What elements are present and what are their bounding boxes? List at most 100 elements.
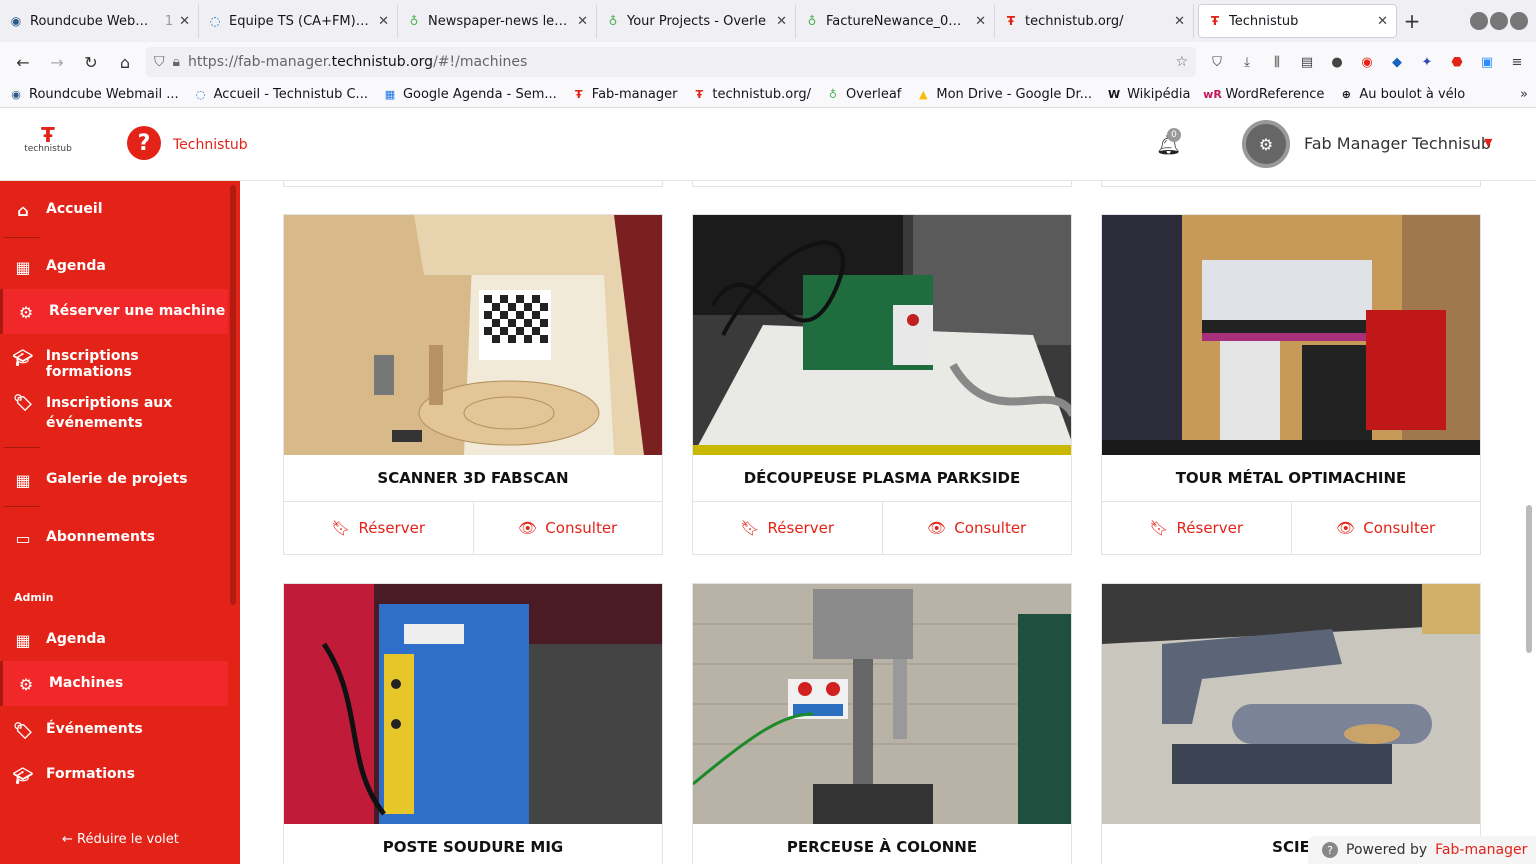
page-scrollbar-thumb[interactable] (1526, 505, 1532, 653)
url-text[interactable]: https://fab-manager.technistub.org/#!/ma… (188, 54, 527, 70)
bookmark[interactable]: ▲ Mon Drive - Google Dr... (915, 87, 1092, 103)
sidebar-item-inscriptions-evenements[interactable]: 🏷︎ Inscriptions aux événements (0, 393, 228, 433)
roundcube-icon: ◉ (11, 88, 21, 101)
close-icon[interactable]: ✕ (1174, 14, 1185, 29)
browser-tab[interactable]: ♁ Newspaper-news lette ✕ (398, 4, 597, 38)
bookmark[interactable]: ◉ Roundcube Webmail ... (8, 87, 178, 103)
bookmark[interactable]: W Wikipédia (1106, 87, 1190, 103)
zoom-icon[interactable]: ▣ (1478, 53, 1496, 71)
bookmark[interactable]: ▦ Google Agenda - Sem... (382, 87, 557, 103)
bookmark[interactable]: ◌ Accueil - Technistub C... (193, 87, 368, 103)
bookmark-label: Mon Drive - Google Dr... (936, 87, 1093, 102)
close-icon[interactable]: ✕ (378, 14, 389, 29)
bookmark[interactable]: ⊕ Au boulot à vélo (1338, 87, 1465, 103)
machine-title[interactable]: TOUR MÉTAL OPTIMACHINE (1102, 455, 1480, 502)
sidebar-item-label: Formations (46, 766, 135, 782)
shield-icon[interactable]: ⛉ (154, 54, 165, 70)
bookmark-label: Overleaf (845, 87, 902, 102)
opera-icon[interactable]: ◉ (1358, 53, 1376, 71)
globe-icon: ⊕ (1341, 88, 1351, 101)
machine-title[interactable]: DÉCOUPEUSE PLASMA PARKSIDE (693, 455, 1071, 502)
wordreference-icon: wR (1203, 88, 1222, 101)
close-icon[interactable]: ✕ (577, 14, 588, 29)
sidebar-item-accueil[interactable]: ⌂ Accueil (0, 201, 228, 220)
reserve-button[interactable]: 🔖︎ Réserver (693, 502, 883, 554)
close-window-button[interactable] (1510, 12, 1528, 30)
machine-photo[interactable] (284, 584, 662, 824)
extension-icon[interactable]: ◆ (1388, 53, 1406, 71)
browser-tab-active[interactable]: Ŧ Technistub ✕ (1198, 4, 1397, 38)
browser-tab-bar: ◉ Roundcube Webmail 1 ✕ ◌ Equipe TS (CA+… (0, 0, 1536, 42)
machine-photo[interactable] (693, 584, 1071, 824)
machine-title[interactable]: SCANNER 3D FABSCAN (284, 455, 662, 502)
close-icon[interactable]: ✕ (1377, 14, 1388, 29)
user-name[interactable]: Fab Manager Technisub (1304, 134, 1491, 153)
chevron-double-right-icon[interactable]: » (1520, 87, 1528, 102)
technistub-logo[interactable]: Ŧ technistub (18, 125, 78, 154)
machine-photo[interactable] (284, 215, 662, 455)
machine-photo[interactable] (1102, 215, 1480, 455)
bookmark[interactable]: Ŧtechnistub.org/ (691, 87, 811, 103)
consult-button[interactable]: 👁︎ Consulter (883, 502, 1072, 554)
bookmark-icon: 🔖︎ (740, 519, 760, 537)
lock-icon[interactable]: 🔒︎ (173, 54, 180, 70)
back-arrow-icon[interactable]: ← (10, 49, 36, 75)
reserve-button[interactable]: 🔖︎ Réserver (1102, 502, 1292, 554)
browser-tab[interactable]: Ŧ technistub.org/ ✕ (995, 4, 1194, 38)
maximize-button[interactable] (1490, 12, 1508, 30)
browser-tab[interactable]: ◉ Roundcube Webmail 1 ✕ (0, 4, 199, 38)
browser-tab[interactable]: ◌ Equipe TS (CA+FM) - Te ✕ (199, 4, 398, 38)
machine-photo[interactable] (693, 215, 1071, 455)
pocket-icon[interactable]: ⛉ (1208, 53, 1226, 71)
sidebar-item-abonnements[interactable]: ▭ Abonnements (0, 529, 228, 548)
sidebar-item-agenda[interactable]: ▦ Agenda (0, 258, 228, 277)
machine-title[interactable]: POSTE SOUDURE MIG (284, 824, 662, 864)
extension-icon-2[interactable]: ✦ (1418, 53, 1436, 71)
sidebar-item-inscriptions-formations[interactable]: 🎓︎ Inscriptions formations (0, 348, 228, 380)
bookmark[interactable]: wR WordReference (1203, 87, 1324, 103)
new-tab-button[interactable]: + (1397, 9, 1427, 33)
sidebar-item-admin-machines[interactable]: ⚙ Machines (0, 661, 228, 706)
caret-down-icon[interactable]: ▼ (1484, 136, 1492, 149)
sidebar-item-admin-evenements[interactable]: 🏷︎ Événements (0, 721, 228, 740)
close-icon[interactable]: ✕ (975, 14, 986, 29)
browser-tab[interactable]: ♁ Your Projects - Overle ✕ (597, 4, 796, 38)
home-icon[interactable]: ⌂ (112, 49, 138, 75)
minimize-button[interactable] (1470, 12, 1488, 30)
account-icon[interactable]: ● (1328, 53, 1346, 71)
avatar[interactable]: ⚙ (1242, 120, 1290, 168)
sidebar-item-admin-agenda[interactable]: ▦ Agenda (0, 631, 228, 650)
machine-title[interactable]: PERCEUSE À COLONNE (693, 824, 1071, 864)
nextcloud-icon: ◌ (195, 88, 206, 101)
sidebar-item-admin-formations[interactable]: 🎓︎ Formations (0, 766, 228, 785)
close-icon[interactable]: ✕ (179, 14, 190, 29)
library-icon[interactable]: ⫼ (1268, 53, 1286, 71)
machine-photo[interactable] (1102, 584, 1480, 824)
bookmark-star-icon[interactable]: ☆ (1175, 54, 1188, 70)
adblock-icon[interactable]: ⬣ (1448, 53, 1466, 71)
help-question-icon[interactable]: ? (1322, 842, 1338, 858)
help-question-icon[interactable]: ? (127, 126, 161, 160)
sidebar-scrollbar[interactable] (230, 185, 236, 605)
collapse-sidebar-button[interactable]: ← Réduire le volet (62, 832, 179, 847)
graduation-cap-icon: 🎓︎ (12, 766, 34, 785)
bookmark[interactable]: Ŧ Fab-manager (571, 87, 677, 103)
powered-by-badge: ? Powered by Fab-manager (1308, 836, 1536, 864)
reserve-button[interactable]: 🔖︎ Réserver (284, 502, 474, 554)
url-bar[interactable]: ⛉ 🔒︎ https://fab-manager.technistub.org/… (146, 47, 1196, 77)
menu-icon[interactable]: ≡ (1508, 53, 1526, 71)
fab-manager-link[interactable]: Fab-manager (1435, 842, 1527, 858)
brand-name[interactable]: Technistub (173, 137, 248, 153)
reload-icon[interactable]: ↻ (78, 49, 104, 75)
consult-button[interactable]: 👁︎ Consulter (1292, 502, 1481, 554)
browser-tab[interactable]: ♁ FactureNewance_09_0 ✕ (796, 4, 995, 38)
sidebar-item-reserver-machine[interactable]: ⚙ Réserver une machine (0, 289, 228, 334)
sidebar-item-label: Réserver une machine (49, 303, 226, 319)
bookmark[interactable]: ♁ Overleaf (825, 87, 901, 103)
consult-button[interactable]: 👁︎ Consulter (474, 502, 663, 554)
sidebar-icon[interactable]: ▤ (1298, 53, 1316, 71)
close-icon[interactable]: ✕ (776, 14, 787, 29)
download-icon[interactable]: ⤓ (1238, 53, 1256, 71)
sidebar-item-galerie-projets[interactable]: ▦ Galerie de projets (0, 471, 228, 490)
forward-arrow-icon[interactable]: → (44, 49, 70, 75)
